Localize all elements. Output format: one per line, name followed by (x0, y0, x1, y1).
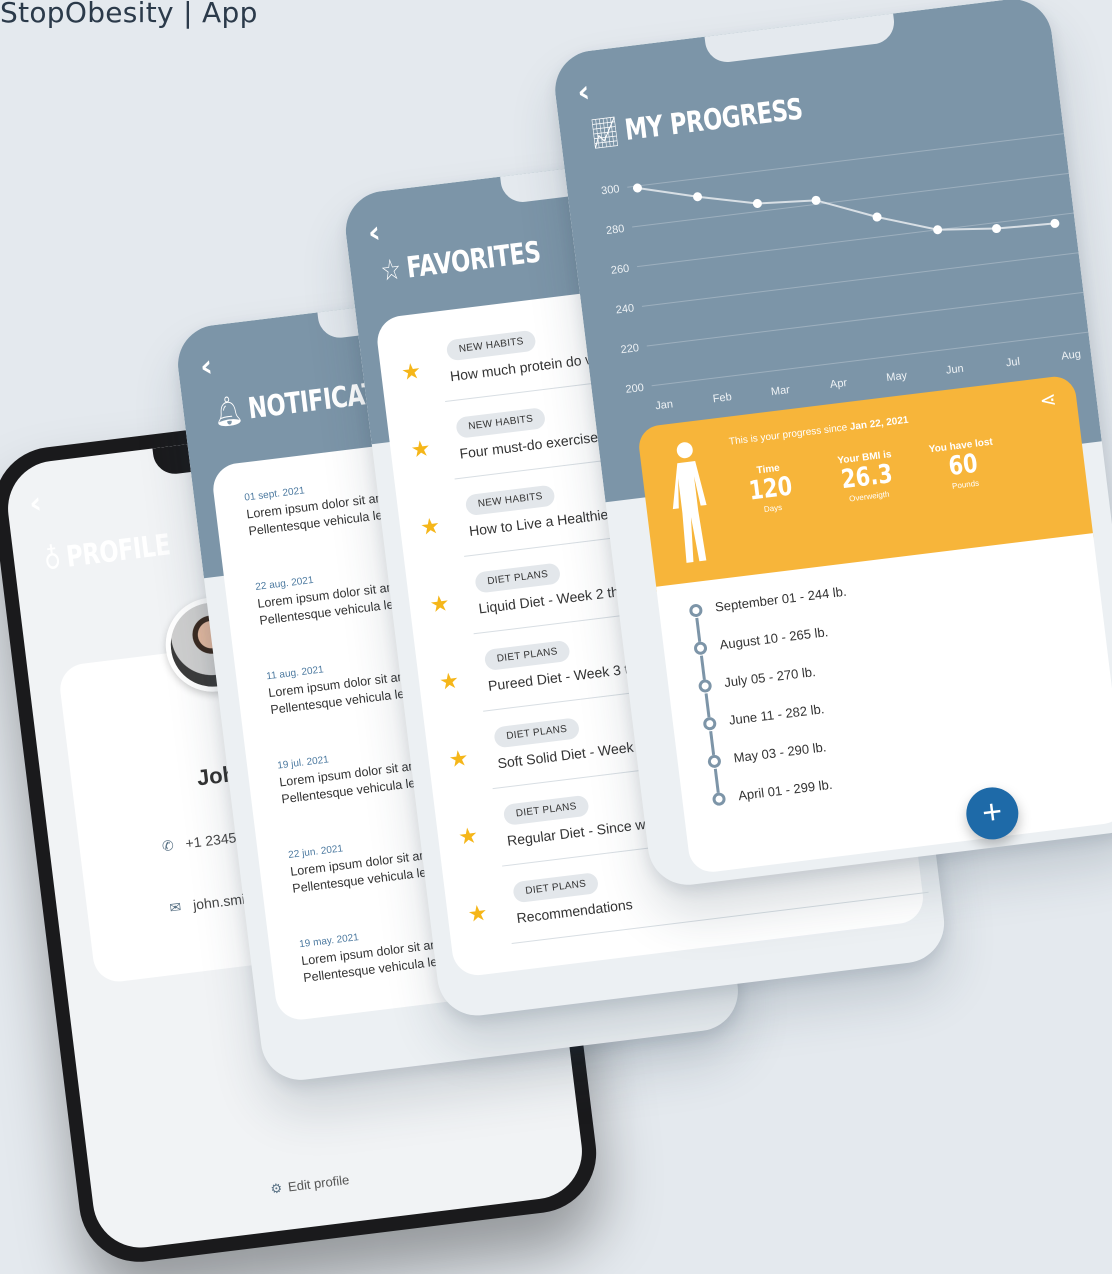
timeline-text: September 01 - 244 lb. (714, 583, 848, 615)
y-tick-label: 200 (625, 382, 645, 396)
y-tick-label: 220 (620, 342, 640, 356)
since-date: Jan 22, 2021 (849, 414, 910, 433)
data-point[interactable] (1050, 218, 1060, 228)
y-tick-label: 280 (605, 223, 625, 237)
bell-icon: 🔔︎ (211, 392, 245, 430)
edit-profile-label: Edit profile (287, 1172, 350, 1195)
progress-since: This is your progress since Jan 22, 2021 (728, 415, 909, 448)
timeline-line (699, 655, 706, 680)
timeline-dot (707, 754, 722, 769)
category-tag: DIET PLANS (502, 794, 590, 826)
star-outline-icon: ☆ (378, 251, 403, 288)
x-tick-label: Jan (655, 398, 674, 412)
star-icon[interactable]: ★ (466, 900, 489, 928)
weight-timeline: September 01 - 244 lb. August 10 - 265 l… (688, 559, 1073, 829)
timeline-line (709, 730, 716, 756)
stat-bmi: Your BMI is 26.3 Overweigth (817, 447, 917, 507)
stat-time: Time 120 Days (720, 458, 820, 518)
category-tag: NEW HABITS (445, 329, 537, 362)
timeline-dot (688, 603, 704, 618)
x-tick-label: Jun (945, 363, 964, 377)
x-tick-label: Apr (829, 377, 848, 391)
since-prefix: This is your progress since (728, 422, 848, 448)
data-point[interactable] (872, 212, 882, 222)
timeline-dot (693, 641, 708, 656)
x-tick-label: Feb (712, 391, 732, 405)
data-point[interactable] (693, 192, 703, 202)
star-icon[interactable]: ★ (400, 358, 423, 386)
star-icon[interactable]: ★ (409, 435, 432, 463)
data-point[interactable] (933, 225, 943, 235)
user-icon: ♁ (42, 540, 63, 577)
category-tag: DIET PLANS (512, 872, 600, 904)
y-tick-label: 300 (601, 183, 621, 197)
x-tick-label: Aug (1061, 348, 1082, 362)
data-point[interactable] (991, 224, 1002, 234)
category-tag: DIET PLANS (483, 639, 571, 672)
grid-line (636, 212, 1074, 268)
star-icon[interactable]: ★ (457, 822, 480, 850)
page-title: StopObesity | App (0, 0, 258, 29)
share-icon[interactable]: ⋖ (1038, 387, 1058, 414)
edit-profile-button[interactable]: ⚙ Edit profile (270, 1172, 350, 1198)
star-icon[interactable]: ★ (438, 668, 461, 696)
category-tag: DIET PLANS (474, 562, 562, 594)
x-tick-label: May (886, 370, 909, 385)
timeline-dot (702, 716, 718, 731)
timeline-dot (697, 678, 713, 694)
data-point[interactable] (632, 183, 642, 193)
settings-icon: ⚙ (269, 1180, 284, 1197)
category-tag: DIET PLANS (493, 717, 581, 749)
timeline-line (704, 693, 711, 718)
timeline-dot (711, 791, 727, 807)
star-icon[interactable]: ★ (428, 590, 451, 618)
body-figure-icon (672, 442, 707, 563)
star-icon[interactable]: ★ (419, 513, 442, 541)
category-tag: NEW HABITS (455, 407, 547, 439)
weight-timeline-card: September 01 - 244 lb. August 10 - 265 l… (656, 533, 1112, 875)
mail-icon: ✉ (168, 898, 183, 916)
grid-line (641, 252, 1079, 307)
grid-line (651, 331, 1089, 387)
category-tag: NEW HABITS (464, 484, 556, 517)
chart-icon: 📈︎ (588, 113, 621, 152)
series-line (637, 187, 1055, 231)
timeline-line (695, 617, 702, 642)
x-tick-label: Jul (1005, 356, 1020, 370)
x-tick-label: Mar (770, 384, 791, 398)
y-tick-label: 240 (615, 302, 635, 316)
phone-icon: ✆ (161, 836, 175, 855)
grid-line (646, 291, 1084, 347)
data-point[interactable] (752, 198, 762, 209)
y-tick-label: 260 (610, 263, 630, 277)
timeline-line (713, 768, 720, 793)
stat-lost: You have lost 60 Pounds (913, 435, 1013, 495)
star-icon[interactable]: ★ (447, 745, 470, 773)
